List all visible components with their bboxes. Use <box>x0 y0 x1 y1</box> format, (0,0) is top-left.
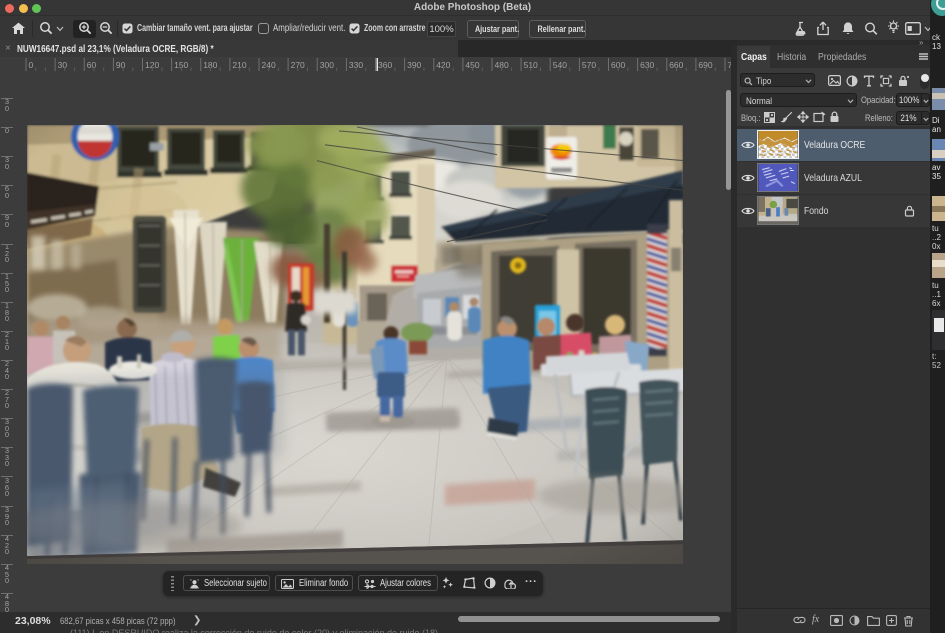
svg-text:90: 90 <box>116 60 126 70</box>
svg-text:0: 0 <box>29 60 34 70</box>
svg-text:30: 30 <box>58 60 68 70</box>
svg-text:60: 60 <box>87 60 97 70</box>
